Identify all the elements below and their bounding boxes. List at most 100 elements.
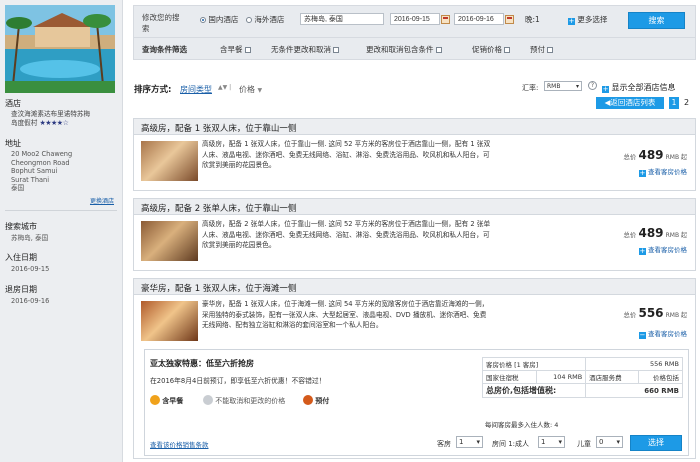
checkbox[interactable] <box>333 47 339 53</box>
room-description-line: 高级房，配备 2 张单人床，位于靠山一侧. 这间 52 平方米的客房位于酒店靠山… <box>202 220 491 228</box>
overseas-radio[interactable]: 海外酒店 <box>246 14 284 25</box>
no-cancel-icon <box>203 395 213 405</box>
filter-prepay-label: 预付 <box>530 45 545 54</box>
room-price-label: 客房价格 [1 客房] <box>481 357 587 371</box>
service-label: 酒店服务费 <box>585 370 639 384</box>
rooms-count-select[interactable]: 1 ▾ <box>456 436 483 448</box>
price-prefix: 总价 <box>623 311 637 319</box>
sort-price[interactable]: 价格 ▼ <box>239 84 262 95</box>
room-description: 高级房，配备 2 张单人床，位于靠山一侧. 这间 52 平方米的客房位于酒店靠山… <box>202 219 582 251</box>
page-1[interactable]: 1 <box>669 97 679 109</box>
room-title: 高级房，配备 1 张双人床，位于靠山一侧 <box>134 119 695 135</box>
room-description-line: 人床、液晶电视、迷你酒吧、免费无线网络、浴缸、淋浴、免费洗浴用品、吹风机和私人阳… <box>202 150 490 159</box>
service-value: 价格包括 <box>637 370 684 384</box>
search-city-value: 苏梅岛, 泰国 <box>11 234 49 242</box>
back-to-list-button[interactable]: ◀返回酒店列表 <box>596 97 664 109</box>
checkin-input[interactable] <box>390 13 440 25</box>
room-photo[interactable] <box>141 301 198 341</box>
sort-price-label: 价格 <box>239 85 255 94</box>
radio-selected-icon <box>200 17 206 23</box>
feature-no-cancel-label: 不能取消和更改的价格 <box>215 397 286 405</box>
search-button[interactable]: 搜索 <box>628 12 685 29</box>
filter-breakfast[interactable]: 含早餐 <box>220 44 251 55</box>
domestic-radio[interactable]: 国内酒店 <box>200 14 238 25</box>
room-price: 总价 489 RMB 起 <box>623 226 687 240</box>
tax-value: 104 RMB <box>535 370 587 384</box>
currency-label: 汇率: <box>522 84 539 92</box>
room-title: 豪华房，配备 1 张双人床，位于海滩一侧 <box>134 279 695 295</box>
plus-icon: + <box>568 17 575 25</box>
checkbox[interactable] <box>435 47 442 53</box>
total-value: 660 RMB <box>585 383 683 398</box>
view-price-link[interactable]: − 查看客房价格 <box>638 328 687 339</box>
checkbox[interactable] <box>547 47 553 53</box>
price-value: 489 <box>638 148 664 162</box>
help-icon[interactable]: ? <box>588 81 597 90</box>
nights-label: 晚:1 <box>525 15 540 24</box>
price-breakdown-table: 客房价格 [1 客房] 556 RMB 国家住宿税 104 RMB 酒店服务费 … <box>481 357 684 398</box>
address-label: 地址 <box>5 139 21 148</box>
filter-prepay[interactable]: 预付 <box>530 44 553 55</box>
checkout-value: 2016-09-16 <box>11 297 50 305</box>
rooms-count-value: 1 <box>459 438 464 446</box>
price-value: 556 <box>638 306 664 320</box>
destination-input[interactable] <box>300 13 384 25</box>
view-price-label: 查看客房价格 <box>648 330 687 338</box>
adults-select[interactable]: 1 ▾ <box>538 436 565 448</box>
feature-prepay-label: 预付 <box>315 397 330 405</box>
room-description-line: 人床、液晶电视、迷你酒吧、免费无线网络、浴缸、淋浴、免费洗浴用品、吹风机和私人阳… <box>202 230 490 239</box>
calendar-icon[interactable] <box>441 15 450 24</box>
chevron-down-icon: ▾ <box>616 438 620 446</box>
filter-free-cancel[interactable]: 无条件更改和取消 <box>271 44 339 55</box>
modify-search-label-2: 索 <box>142 24 150 33</box>
price-prefix: 总价 <box>623 153 637 161</box>
change-hotel-link[interactable]: 更换酒店 <box>90 196 114 205</box>
checkout-label: 退房日期 <box>5 285 37 294</box>
children-select[interactable]: 0 ▾ <box>596 436 623 448</box>
more-options-link[interactable]: + 更多选择 <box>568 14 607 25</box>
overseas-label: 海外酒店 <box>254 15 285 24</box>
hotel-photo <box>5 5 115 93</box>
price-unit: RMB 起 <box>665 154 687 161</box>
filter-conditional-cancel[interactable]: 更改和取消包含条件 <box>366 44 442 55</box>
adults-value: 1 <box>541 438 546 446</box>
rate-terms-link[interactable]: 查看该价格销售条款 <box>150 439 209 449</box>
radio-icon <box>246 17 252 23</box>
filter-promo[interactable]: 促销价格 <box>472 44 510 55</box>
sort-arrow-icon: ▼ <box>257 87 263 94</box>
total-label: 总房价,包括增值税: <box>481 383 587 398</box>
currency-select[interactable]: RMB ▾ <box>544 81 582 91</box>
address-line: Surat Thani <box>11 175 50 184</box>
page-2[interactable]: 2 <box>684 97 689 109</box>
offer-title: 亚太独家特惠：低至六折抢房 <box>150 359 254 368</box>
select-room-button[interactable]: 选择 <box>630 435 682 451</box>
checkbox[interactable] <box>504 47 510 53</box>
star-rating: ★★★★☆ <box>39 119 69 127</box>
hotel-name-line2: 岛度假村 ★★★★☆ <box>11 119 69 128</box>
show-all-label: 显示全部酒店信息 <box>611 83 676 92</box>
room-description-line: 欣赏到美丽的花园景色。 <box>202 241 276 249</box>
sort-room-type[interactable]: 房间类型 <box>180 84 212 95</box>
filter-breakfast-label: 含早餐 <box>220 45 243 54</box>
sort-arrow-icon: ▲▼ | <box>218 84 232 91</box>
children-value: 0 <box>599 438 604 446</box>
modify-search-label-1: 修改您的搜 <box>142 13 180 22</box>
view-price-label: 查看客房价格 <box>648 246 687 254</box>
rate-offer: 亚太独家特惠：低至六折抢房 在2016年8月4日前预订，即享低至六折优惠！不容错… <box>144 349 689 456</box>
calendar-icon[interactable] <box>505 15 514 24</box>
room-photo[interactable] <box>141 141 198 181</box>
children-label: 儿童 <box>577 440 591 448</box>
plus-icon: + <box>602 85 609 93</box>
view-price-link[interactable]: + 查看客房价格 <box>638 244 687 255</box>
view-price-link[interactable]: + 查看客房价格 <box>638 166 687 177</box>
room-description: 豪华房，配备 1 张双人床，位于海滩一侧. 这间 54 平方米的宽敞客房位于酒店… <box>202 299 582 331</box>
address-line: Cheongmon Road <box>11 158 70 167</box>
chevron-down-icon: ▾ <box>476 438 480 446</box>
hotel-name-line1: 查汶海滩素达布里诺特苏梅 <box>11 110 91 118</box>
checkbox[interactable] <box>244 47 251 53</box>
filter-conditional-cancel-label: 更改和取消包含条件 <box>366 45 434 54</box>
checkout-input[interactable] <box>454 13 504 25</box>
room-photo[interactable] <box>141 221 198 261</box>
room-price: 总价 556 RMB 起 <box>623 306 687 320</box>
show-all-info[interactable]: + 显示全部酒店信息 <box>602 82 676 93</box>
